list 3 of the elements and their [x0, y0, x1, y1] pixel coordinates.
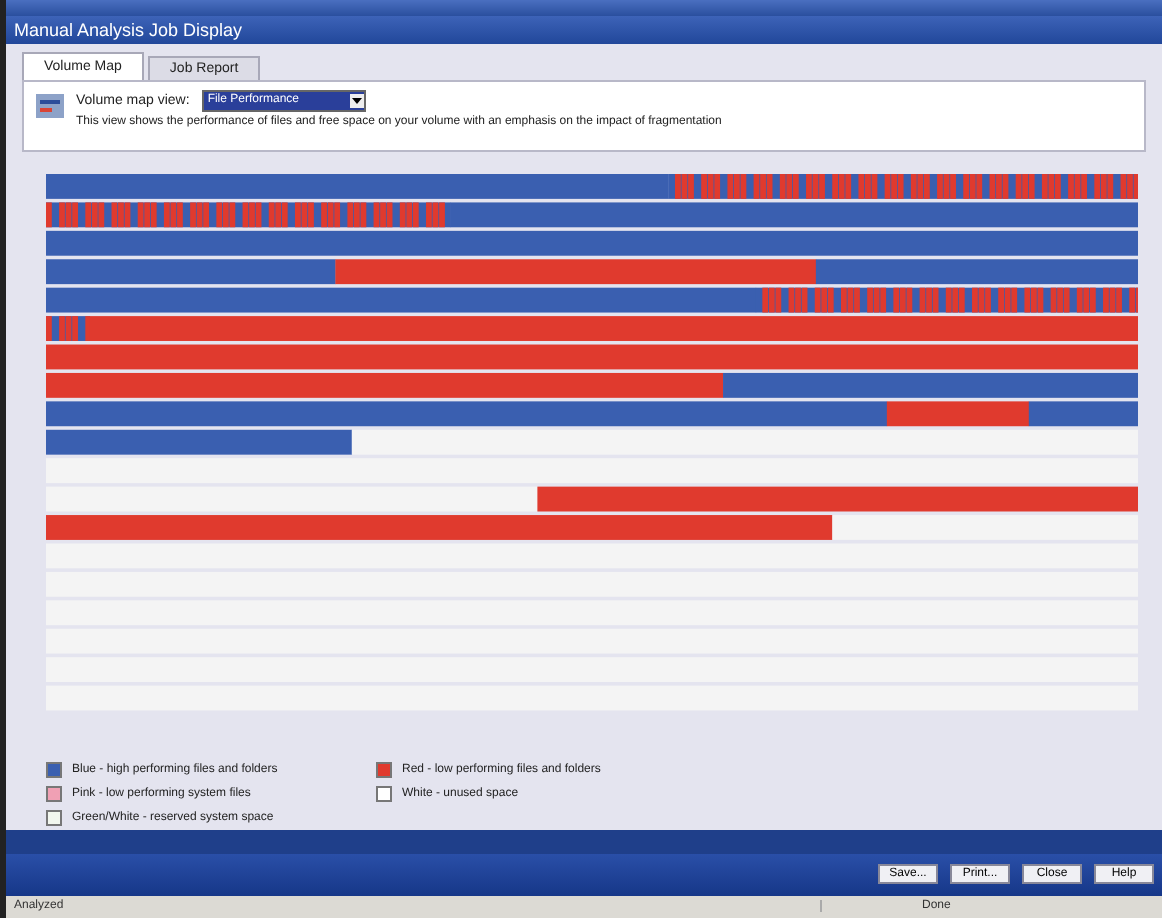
caret-icon	[349, 93, 364, 108]
window-title: Manual Analysis Job Display	[6, 15, 1162, 44]
map-icon	[36, 93, 64, 118]
